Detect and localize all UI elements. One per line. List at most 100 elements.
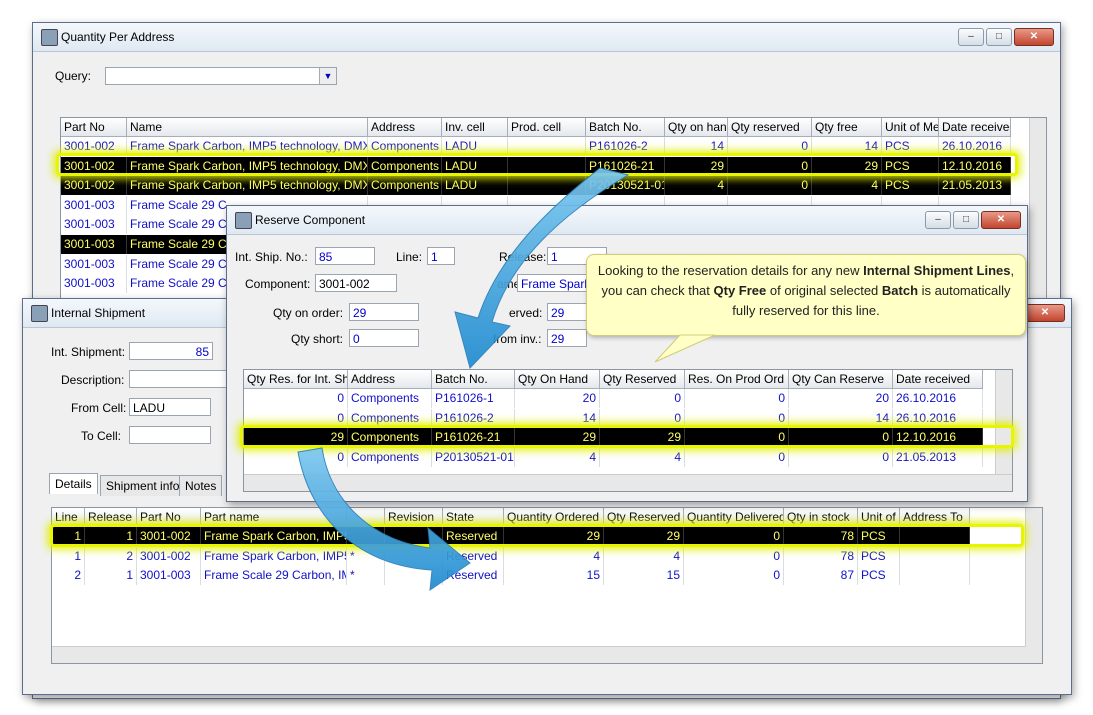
from-inv-field[interactable]: 29 [547, 329, 587, 347]
batch-reservation-table[interactable]: Qty Res. for Int. Sh Address Batch No. Qty … [243, 369, 1013, 492]
chevron-down-icon[interactable]: ▼ [319, 68, 336, 84]
column-header[interactable]: Unit of Me [882, 118, 939, 137]
close-icon[interactable]: ✕ [1025, 304, 1065, 322]
column-header[interactable]: Qty On Hand [515, 370, 600, 389]
column-header[interactable]: Batch No. [432, 370, 515, 389]
column-header[interactable]: Part No [137, 508, 201, 527]
table-cell: Components [348, 447, 432, 467]
close-icon[interactable]: ✕ [1014, 28, 1054, 46]
table-cell: 0 [685, 408, 789, 428]
column-header[interactable]: Part No [61, 118, 127, 137]
column-header[interactable]: Qty on han [665, 118, 728, 137]
table-cell: 0 [244, 389, 348, 408]
int-ship-no-field[interactable]: 85 [315, 247, 375, 265]
table-cell: 87 [784, 566, 858, 586]
table-cell: 0 [600, 389, 685, 408]
line-label: Line: [396, 250, 423, 264]
component-field[interactable]: 3001-002 [315, 274, 397, 292]
qty-short-field[interactable]: 0 [349, 329, 419, 347]
column-header[interactable]: Address [348, 370, 432, 389]
name-field[interactable]: Frame Spark [517, 274, 587, 292]
qpa-titlebar[interactable]: Quantity Per Address – □ ✕ [33, 23, 1060, 52]
table-cell: 29 [665, 156, 728, 176]
tab-details[interactable]: Details [49, 473, 98, 494]
column-header[interactable]: Date received [893, 370, 983, 389]
table-cell: PCS [858, 527, 900, 546]
horizontal-scrollbar[interactable] [244, 474, 1012, 491]
reserve-component-window: Reserve Component – □ ✕ Int. Ship. No.: … [226, 205, 1028, 502]
column-header[interactable]: Qty reserved [728, 118, 812, 137]
int-ship-no-label: Int. Ship. No.: [235, 250, 308, 264]
table-cell: 3001-002 [137, 527, 201, 546]
table-cell: 1 [52, 546, 85, 566]
table-cell: 1 [52, 527, 85, 546]
column-header[interactable]: Address [368, 118, 442, 137]
vertical-scrollbar[interactable] [995, 370, 1012, 475]
table-cell: 1 [85, 527, 137, 546]
table-cell: 0 [728, 156, 812, 176]
column-header[interactable]: Inv. cell [442, 118, 508, 137]
line-field[interactable]: 1 [427, 247, 455, 265]
table-cell: Components [348, 428, 432, 448]
table-cell: Frame Spark Carbon, IMP5 technology, DMX [127, 156, 368, 176]
column-header[interactable]: Qty free [812, 118, 882, 137]
table-cell: 3001-003 [137, 566, 201, 586]
column-header[interactable]: Qty in stock [784, 508, 858, 527]
column-header[interactable]: Date received [939, 118, 1011, 137]
column-header[interactable]: Unit of [858, 508, 900, 527]
minimize-icon[interactable]: – [958, 28, 984, 46]
tab-notes[interactable]: Notes [179, 475, 223, 496]
to-cell-field[interactable] [129, 426, 211, 444]
column-header[interactable]: Qty Can Reserve [789, 370, 893, 389]
table-cell: P161026-21 [586, 156, 665, 176]
to-cell-label: To Cell: [81, 429, 122, 443]
qty-on-order-field[interactable]: 29 [349, 303, 419, 321]
description-field[interactable] [129, 370, 227, 388]
query-combobox[interactable]: ▼ [105, 67, 337, 85]
column-header[interactable] [347, 508, 385, 527]
column-header[interactable]: Prod. cell [508, 118, 586, 137]
table-cell: LADU [442, 137, 508, 156]
column-header[interactable]: Line [52, 508, 85, 527]
int-shipment-field[interactable]: 85 [129, 342, 213, 360]
callout-bold-1: Internal Shipment Lines [863, 263, 1011, 278]
reserve-titlebar[interactable]: Reserve Component – □ ✕ [227, 206, 1027, 235]
table-cell: 0 [789, 447, 893, 467]
shipment-lines-table[interactable]: Line Release Part No Part name Revision State… [51, 507, 1043, 664]
tab-shipment-info[interactable]: Shipment info [100, 475, 186, 496]
component-label: Component: [245, 277, 311, 291]
table-cell: 20 [515, 389, 600, 408]
table-cell: PCS [858, 546, 900, 566]
column-header[interactable]: Qty Reserved [600, 370, 685, 389]
vertical-scrollbar[interactable] [1029, 118, 1046, 308]
column-header[interactable]: Part name [201, 508, 347, 527]
from-cell-field[interactable]: LADU [129, 398, 211, 416]
vertical-scrollbar[interactable] [1025, 508, 1042, 663]
column-header[interactable]: Release [85, 508, 137, 527]
close-icon[interactable]: ✕ [981, 211, 1021, 229]
column-header[interactable]: Qty Reserved [604, 508, 684, 527]
table-cell: 3001-003 [61, 235, 127, 254]
table-cell: PCS [882, 176, 939, 196]
table-cell: 29 [600, 428, 685, 448]
table-cell [508, 156, 586, 176]
column-header[interactable]: Res. On Prod Ord [685, 370, 789, 389]
column-header[interactable]: Revision [385, 508, 443, 527]
maximize-icon[interactable]: □ [986, 28, 1012, 46]
table-cell: P161026-2 [432, 408, 515, 428]
table-cell [900, 546, 970, 566]
table-cell: 14 [789, 408, 893, 428]
maximize-icon[interactable]: □ [953, 211, 979, 229]
column-header[interactable]: Quantity Ordered [504, 508, 604, 527]
minimize-icon[interactable]: – [925, 211, 951, 229]
table-cell [508, 176, 586, 196]
horizontal-scrollbar[interactable] [52, 646, 1026, 663]
reserved-field[interactable]: 29 [547, 303, 587, 321]
column-header[interactable]: Address To [900, 508, 970, 527]
column-header[interactable]: Batch No. [586, 118, 665, 137]
column-header[interactable]: Quantity Delivered [684, 508, 784, 527]
column-header[interactable]: State [443, 508, 504, 527]
column-header[interactable]: Name [127, 118, 368, 137]
internal-title: Internal Shipment [51, 306, 146, 320]
column-header[interactable]: Qty Res. for Int. Sh [244, 370, 348, 389]
